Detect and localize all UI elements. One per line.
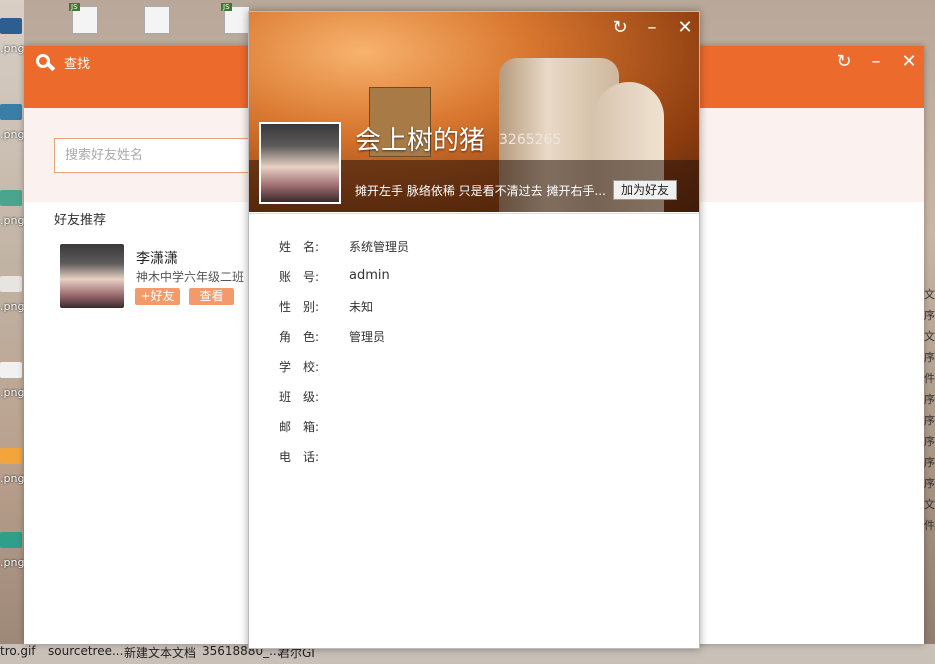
desktop-file-label[interactable]: sourcetree... bbox=[48, 644, 123, 658]
info-row-gender: 性 别: 未知 bbox=[279, 298, 659, 318]
avatar[interactable] bbox=[60, 244, 124, 308]
info-row-school: 学 校: bbox=[279, 358, 659, 378]
info-label: 姓 名: bbox=[279, 240, 320, 254]
recommend-title: 好友推荐 bbox=[54, 213, 107, 228]
info-label: 邮 箱: bbox=[279, 420, 320, 434]
desktop-icon[interactable] bbox=[0, 190, 22, 206]
desktop-label: .png bbox=[0, 472, 25, 485]
info-label: 班 级: bbox=[279, 390, 320, 404]
refresh-icon[interactable]: ↻ bbox=[610, 18, 630, 38]
friend-search-input[interactable] bbox=[54, 138, 274, 173]
desktop-label: .png bbox=[0, 386, 25, 399]
js-file-icon[interactable]: JS bbox=[69, 3, 98, 34]
desktop-label: 序 bbox=[924, 477, 935, 490]
desktop-icon[interactable] bbox=[0, 276, 22, 292]
info-value: 未知 bbox=[349, 300, 374, 314]
profile-name: 会上树的猪 bbox=[355, 126, 486, 156]
recommend-school: 神木中学六年级二班 bbox=[136, 270, 245, 284]
info-row-role: 角 色: 管理员 bbox=[279, 328, 659, 348]
info-value: 系统管理员 bbox=[349, 240, 410, 254]
close-icon[interactable]: ✕ bbox=[675, 18, 695, 38]
minimize-icon[interactable]: – bbox=[642, 18, 662, 38]
desktop-label: 件 bbox=[924, 519, 935, 532]
desktop-label: .png bbox=[0, 128, 25, 141]
desktop-label: 序 bbox=[924, 393, 935, 406]
desktop-file-label[interactable]: tro.gif bbox=[0, 644, 36, 658]
desktop-label: 文 bbox=[924, 330, 935, 343]
info-label: 电 话: bbox=[279, 450, 320, 464]
document-icon[interactable] bbox=[144, 6, 170, 34]
desktop-label: .png bbox=[0, 42, 25, 55]
refresh-icon[interactable]: ↻ bbox=[834, 52, 854, 72]
js-file-icon[interactable]: JS bbox=[221, 3, 250, 34]
profile-id: 3265265 bbox=[499, 132, 562, 148]
info-value: 管理员 bbox=[349, 330, 386, 344]
add-friend-button[interactable]: +好友 bbox=[135, 288, 180, 305]
recommend-card[interactable]: 李潇潇 神木中学六年级二班 +好友 查看 bbox=[60, 244, 260, 310]
desktop-label: 件 bbox=[924, 372, 935, 385]
desktop-label: 序 bbox=[924, 351, 935, 364]
info-row-phone: 电 话: bbox=[279, 448, 659, 468]
desktop-icon[interactable] bbox=[0, 532, 22, 548]
info-value: admin bbox=[349, 268, 390, 283]
desktop-icon[interactable] bbox=[0, 104, 22, 120]
close-icon[interactable]: ✕ bbox=[899, 52, 919, 72]
avatar[interactable] bbox=[259, 122, 341, 204]
desktop-label: .png bbox=[0, 556, 25, 569]
info-label: 角 色: bbox=[279, 330, 320, 344]
profile-signature: 摊开左手 脉络依稀 只是看不清过去 摊开右手... bbox=[355, 184, 606, 198]
info-label: 账 号: bbox=[279, 270, 320, 284]
desktop-top-icons: JS JS bbox=[24, 0, 250, 46]
divider bbox=[249, 213, 699, 214]
desktop-icon[interactable] bbox=[0, 18, 22, 34]
minimize-icon[interactable]: – bbox=[866, 52, 886, 72]
desktop-label: 序 bbox=[924, 309, 935, 322]
desktop-icon[interactable] bbox=[0, 448, 22, 464]
info-row-account: 账 号: admin bbox=[279, 268, 659, 288]
recommend-name: 李潇潇 bbox=[136, 251, 178, 267]
desktop-left-strip: .png .png .png .png .png .png .png bbox=[0, 0, 24, 664]
desktop-label: 文 bbox=[924, 498, 935, 511]
view-button[interactable]: 查看 bbox=[189, 288, 234, 305]
info-row-class: 班 级: bbox=[279, 388, 659, 408]
desktop-icon[interactable] bbox=[0, 362, 22, 378]
info-label: 学 校: bbox=[279, 360, 320, 374]
profile-cover: ↻ – ✕ 会上树的猪 3265265 摊开左手 脉络依稀 只是看不清过去 摊开… bbox=[249, 12, 699, 212]
info-row-email: 邮 箱: bbox=[279, 418, 659, 438]
find-window-title: 查找 bbox=[64, 57, 91, 72]
desktop-label: 序 bbox=[924, 456, 935, 469]
desktop-file-label[interactable]: 新建文本文档 bbox=[124, 644, 196, 661]
desktop-label: 序 bbox=[924, 414, 935, 427]
info-row-name: 姓 名: 系统管理员 bbox=[279, 238, 659, 258]
search-icon bbox=[36, 54, 50, 68]
profile-window: ↻ – ✕ 会上树的猪 3265265 摊开左手 脉络依稀 只是看不清过去 摊开… bbox=[248, 11, 700, 649]
desktop-label: .png bbox=[0, 214, 25, 227]
desktop-right-strip: 文 序 文 序 件 序 序 序 序 序 文 件 bbox=[924, 286, 935, 546]
desktop-label: 序 bbox=[924, 435, 935, 448]
desktop-label: 文 bbox=[924, 288, 935, 301]
desktop-label: .png bbox=[0, 300, 25, 313]
add-friend-button[interactable]: 加为好友 bbox=[613, 180, 677, 200]
info-label: 性 别: bbox=[279, 300, 320, 314]
